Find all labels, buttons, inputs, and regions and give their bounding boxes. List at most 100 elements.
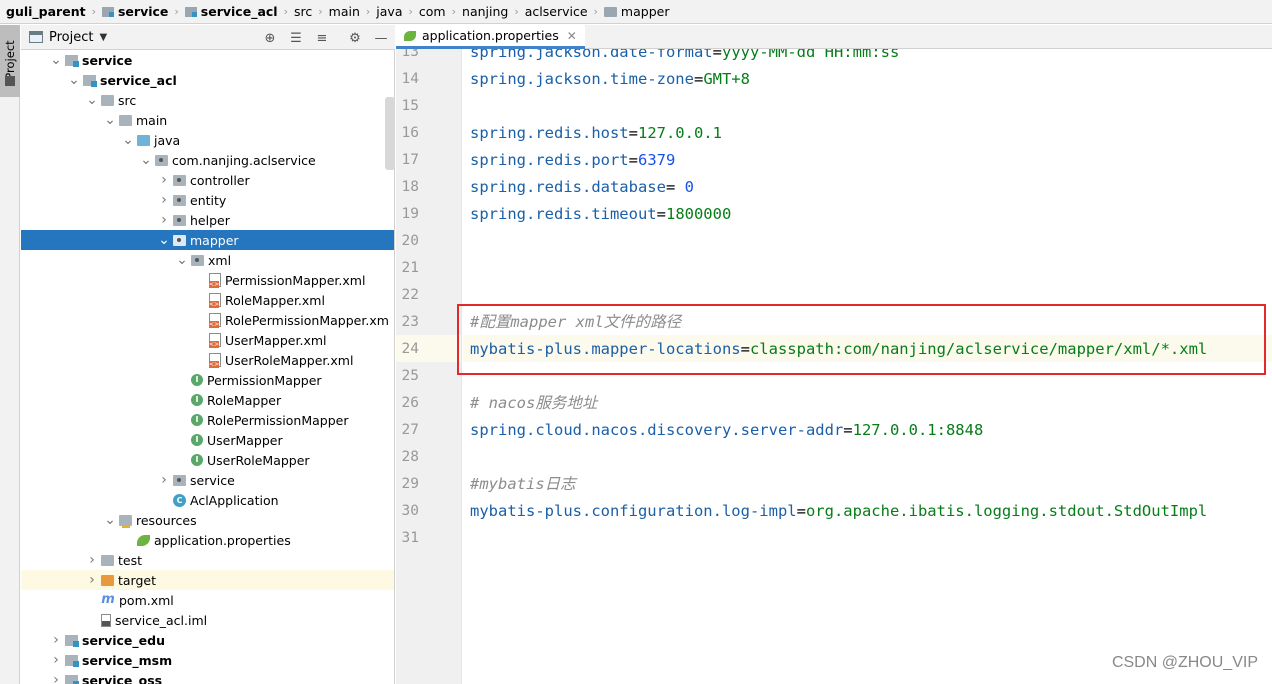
- code-editor[interactable]: spring.jackson.date-format=yyyy-MM-dd HH…: [463, 49, 1272, 684]
- chevron-right-icon[interactable]: ›: [157, 170, 171, 190]
- chevron-right-icon[interactable]: ›: [49, 630, 63, 650]
- tree-node[interactable]: UserMapper.xml: [21, 330, 394, 350]
- tree-node[interactable]: RolePermissionMapper.xm: [21, 310, 394, 330]
- chevron-right-icon[interactable]: ›: [49, 650, 63, 670]
- code-line[interactable]: spring.redis.port=6379: [470, 147, 675, 174]
- breadcrumb-item[interactable]: mapper: [602, 0, 672, 24]
- tree-node[interactable]: › service: [21, 470, 394, 490]
- line-number: 13: [401, 49, 419, 60]
- tree-node[interactable]: ⌄ src: [21, 90, 394, 110]
- tree-node[interactable]: ⌄ main: [21, 110, 394, 130]
- breadcrumb-item[interactable]: nanjing: [460, 0, 510, 24]
- code-line[interactable]: mybatis-plus.mapper-locations=classpath:…: [470, 336, 1207, 363]
- tree-node[interactable]: › helper: [21, 210, 394, 230]
- tree-node[interactable]: ⌄ java: [21, 130, 394, 150]
- code-line[interactable]: spring.redis.host=127.0.0.1: [470, 120, 722, 147]
- breadcrumb-item[interactable]: src: [292, 0, 314, 24]
- chevron-down-icon[interactable]: ⌄: [121, 133, 135, 147]
- tree-node-label: test: [118, 552, 143, 568]
- code-line[interactable]: spring.jackson.time-zone=GMT+8: [470, 66, 750, 93]
- project-view-selector[interactable]: Project: [49, 30, 93, 45]
- tree-node[interactable]: service_acl.iml: [21, 610, 394, 630]
- tree-node[interactable]: application.properties: [21, 530, 394, 550]
- breadcrumb-item[interactable]: com: [417, 0, 448, 24]
- tree-node[interactable]: ⌄ xml: [21, 250, 394, 270]
- tree-node-label: xml: [208, 252, 232, 268]
- code-line[interactable]: #配置mapper xml文件的路径: [470, 309, 681, 336]
- tree-node[interactable]: › controller: [21, 170, 394, 190]
- chevron-down-icon[interactable]: ⌄: [103, 113, 117, 127]
- chevron-right-icon[interactable]: ›: [85, 570, 99, 590]
- property-value: GMT+8: [703, 70, 750, 88]
- collapse-all-icon[interactable]: ≡: [313, 29, 331, 47]
- locate-icon[interactable]: ⊕: [261, 29, 279, 47]
- tree-node[interactable]: › test: [21, 550, 394, 570]
- expand-all-icon[interactable]: ☰: [287, 29, 305, 47]
- tree-node-label: UserMapper.xml: [225, 332, 327, 348]
- chevron-down-icon[interactable]: ⌄: [103, 513, 117, 527]
- chevron-right-icon[interactable]: ›: [49, 670, 63, 684]
- tree-node[interactable]: I RoleMapper: [21, 390, 394, 410]
- tree-node[interactable]: UserRoleMapper.xml: [21, 350, 394, 370]
- breadcrumb-item[interactable]: guli_parent: [4, 0, 88, 24]
- chevron-down-icon[interactable]: ⌄: [85, 93, 99, 107]
- tree-node-label: main: [136, 112, 168, 128]
- code-line[interactable]: spring.cloud.nacos.discovery.server-addr…: [470, 417, 983, 444]
- breadcrumb-item[interactable]: aclservice: [523, 0, 590, 24]
- chevron-right-icon[interactable]: ›: [157, 190, 171, 210]
- tree-node[interactable]: › target: [21, 570, 394, 590]
- breadcrumb-item[interactable]: java: [374, 0, 404, 24]
- tree-node[interactable]: I UserMapper: [21, 430, 394, 450]
- code-line[interactable]: #mybatis日志: [470, 471, 576, 498]
- minimize-icon[interactable]: —: [372, 29, 390, 47]
- code-line[interactable]: # nacos服务地址: [470, 390, 597, 417]
- code-line[interactable]: spring.jackson.date-format=yyyy-MM-dd HH…: [470, 49, 899, 66]
- tab-application-properties[interactable]: application.properties ✕: [396, 25, 585, 49]
- tree-node[interactable]: ⌄ com.nanjing.aclservice: [21, 150, 394, 170]
- tree-node[interactable]: › service_edu: [21, 630, 394, 650]
- tree-node-label: controller: [190, 172, 250, 188]
- chevron-down-icon[interactable]: ⌄: [67, 73, 81, 87]
- tree-node[interactable]: m pom.xml: [21, 590, 394, 610]
- close-icon[interactable]: ✕: [567, 29, 577, 43]
- chevron-right-icon[interactable]: ›: [157, 470, 171, 490]
- chevron-down-icon[interactable]: ▼: [99, 32, 107, 43]
- tree-node-label: service_acl.iml: [115, 612, 208, 628]
- line-number-gutter: 13 14 15 16 17 18 19 20 21 22 23 24 25 26 27 28 29 30 31: [396, 49, 462, 684]
- tree-node[interactable]: ⌄ mapper: [21, 230, 394, 250]
- tree-node[interactable]: I PermissionMapper: [21, 370, 394, 390]
- gear-icon[interactable]: ⚙: [346, 29, 364, 47]
- chevron-down-icon[interactable]: ⌄: [175, 253, 189, 267]
- tree-node[interactable]: ⌄ service: [21, 50, 394, 70]
- chevron-down-icon[interactable]: ⌄: [139, 153, 153, 167]
- tree-node[interactable]: ⌄ service_acl: [21, 70, 394, 90]
- module-icon: [65, 634, 79, 647]
- tree-node[interactable]: C AclApplication: [21, 490, 394, 510]
- breadcrumb-label: guli_parent: [6, 4, 86, 19]
- breadcrumb-item[interactable]: service_acl: [183, 0, 280, 24]
- chevron-down-icon[interactable]: ⌄: [157, 233, 171, 247]
- code-line[interactable]: spring.redis.database= 0: [470, 174, 694, 201]
- tree-node[interactable]: › service_oss: [21, 670, 394, 684]
- tree-node[interactable]: › service_msm: [21, 650, 394, 670]
- tree-scrollbar-thumb[interactable]: [385, 97, 395, 170]
- tree-node[interactable]: › entity: [21, 190, 394, 210]
- tree-node[interactable]: I RolePermissionMapper: [21, 410, 394, 430]
- tree-node[interactable]: RoleMapper.xml: [21, 290, 394, 310]
- chevron-right-icon[interactable]: ›: [157, 210, 171, 230]
- breadcrumb-item[interactable]: service: [100, 0, 170, 24]
- tree-node[interactable]: PermissionMapper.xml: [21, 270, 394, 290]
- tree-node[interactable]: ⌄ resources: [21, 510, 394, 530]
- project-view-icon: [29, 31, 43, 43]
- breadcrumb-separator: ›: [91, 5, 96, 18]
- structure-icon[interactable]: [5, 76, 15, 84]
- chevron-right-icon[interactable]: ›: [85, 550, 99, 570]
- tree-node[interactable]: I UserRoleMapper: [21, 450, 394, 470]
- package-icon: [173, 234, 186, 246]
- tree-node-label: PermissionMapper.xml: [225, 272, 366, 288]
- breadcrumb-item[interactable]: main: [327, 0, 362, 24]
- project-tool-button[interactable]: Project: [0, 25, 20, 97]
- code-line[interactable]: spring.redis.timeout=1800000: [470, 201, 731, 228]
- code-line[interactable]: mybatis-plus.configuration.log-impl=org.…: [470, 498, 1207, 525]
- chevron-down-icon[interactable]: ⌄: [49, 53, 63, 67]
